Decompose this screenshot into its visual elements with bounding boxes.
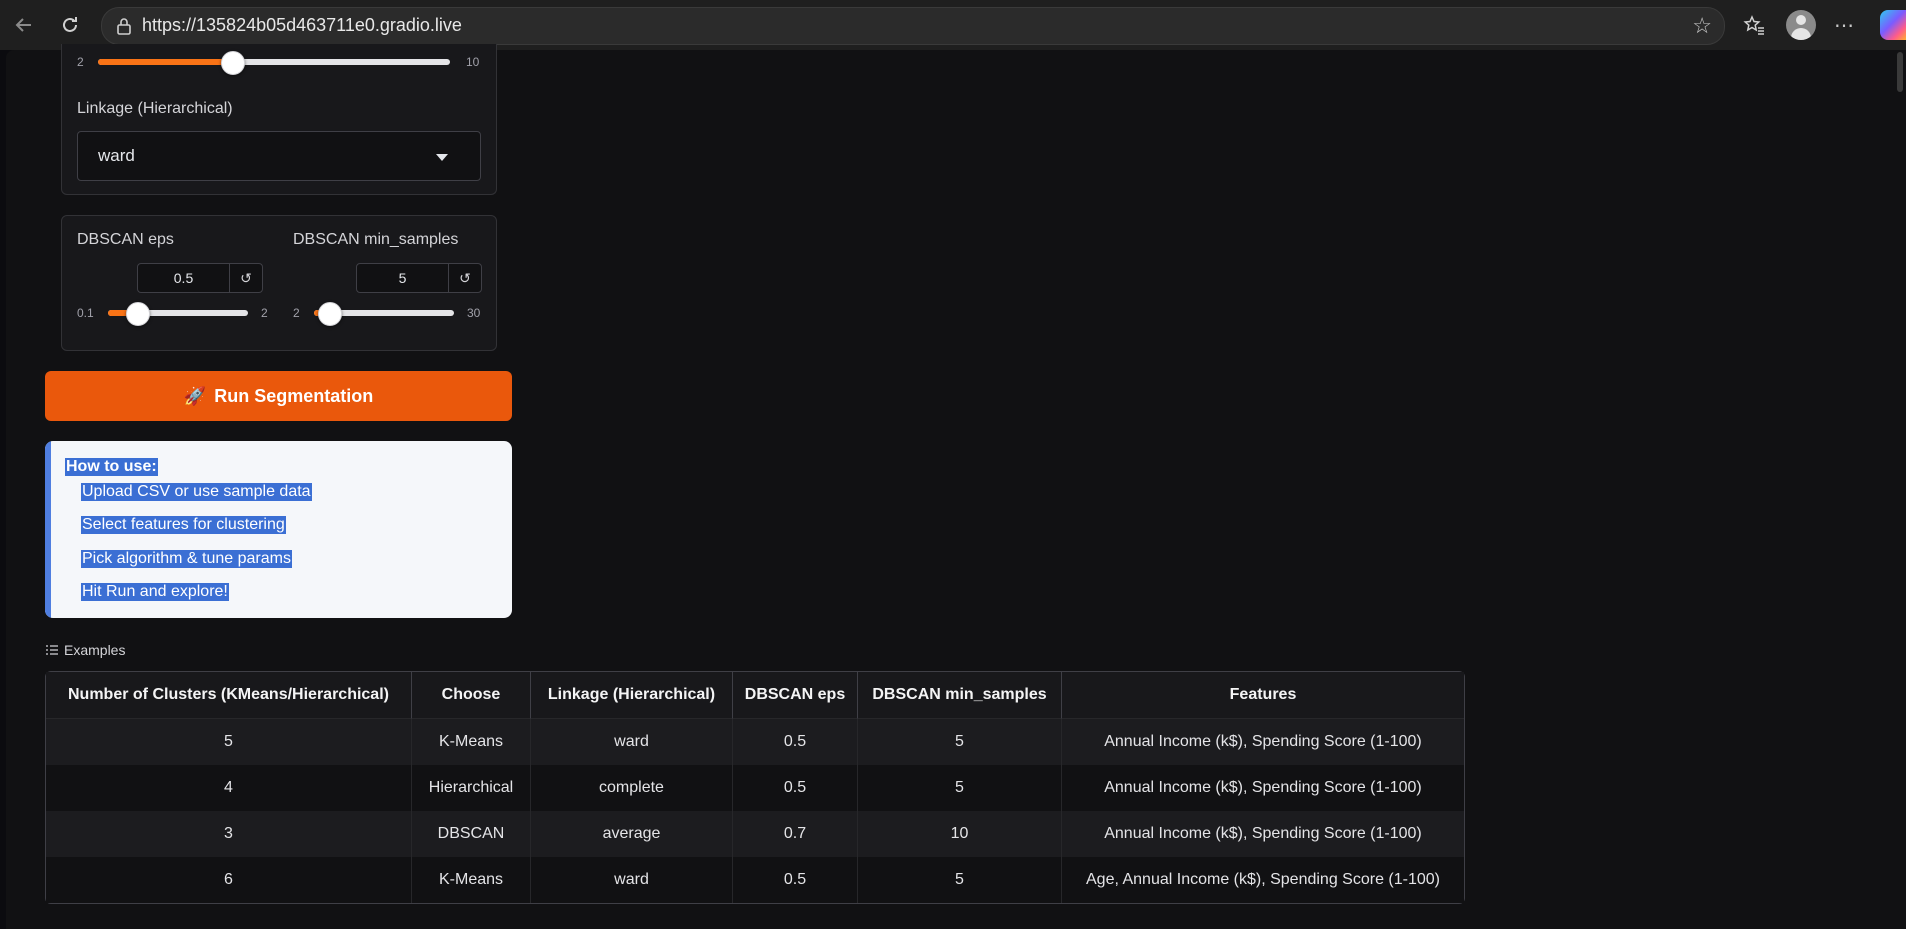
reload-icon[interactable] bbox=[54, 9, 86, 41]
dbscan-min-samples-input[interactable]: 5 ↺ bbox=[356, 263, 482, 293]
table-cell: DBSCAN bbox=[412, 811, 531, 857]
clusters-slider-min: 2 bbox=[77, 55, 84, 69]
browser-toolbar: https://135824b05d463711e0.gradio.live ☆… bbox=[0, 0, 1906, 50]
site-info-icon[interactable] bbox=[114, 16, 134, 36]
more-options-icon[interactable]: ⋯ bbox=[1828, 9, 1860, 41]
table-cell: 3 bbox=[46, 811, 412, 857]
column-header: Choose bbox=[412, 672, 531, 719]
examples-table: Number of Clusters (KMeans/Hierarchical)… bbox=[45, 671, 1465, 904]
clusters-slider-fill bbox=[98, 59, 232, 65]
column-header: DBSCAN min_samples bbox=[858, 672, 1062, 719]
linkage-value: ward bbox=[98, 146, 135, 165]
table-cell: 10 bbox=[858, 811, 1062, 857]
favorites-icon[interactable] bbox=[1738, 9, 1770, 41]
table-cell: Annual Income (k$), Spending Score (1-10… bbox=[1062, 719, 1464, 765]
example-row[interactable]: 4 Hierarchical complete 0.5 5 Annual Inc… bbox=[46, 765, 1464, 811]
table-cell: 5 bbox=[46, 719, 412, 765]
table-cell: 6 bbox=[46, 857, 412, 903]
table-cell: 0.7 bbox=[733, 811, 858, 857]
linkage-dropdown[interactable]: ward bbox=[77, 131, 481, 181]
url-text: https://135824b05d463711e0.gradio.live bbox=[142, 15, 462, 35]
table-cell: Age, Annual Income (k$), Spending Score … bbox=[1062, 857, 1464, 903]
run-segmentation-label: Run Segmentation bbox=[214, 385, 374, 406]
table-cell: ward bbox=[531, 857, 733, 903]
table-cell: K-Means bbox=[412, 719, 531, 765]
profile-avatar-icon[interactable] bbox=[1786, 10, 1816, 40]
table-cell: 5 bbox=[858, 765, 1062, 811]
table-cell: 4 bbox=[46, 765, 412, 811]
clusters-slider-max: 10 bbox=[466, 55, 480, 69]
how-to-use-title: How to use: bbox=[65, 458, 158, 476]
how-to-use-box: How to use: Upload CSV or use sample dat… bbox=[45, 441, 512, 618]
dbscan-min-samples-value: 5 bbox=[357, 264, 449, 292]
table-cell: complete bbox=[531, 765, 733, 811]
info-accent-bar bbox=[45, 441, 51, 618]
table-cell: 0.5 bbox=[733, 719, 858, 765]
dbscan-eps-slider-thumb[interactable] bbox=[126, 302, 150, 326]
run-segmentation-button[interactable]: 🚀 Run Segmentation bbox=[45, 371, 512, 421]
column-header: Number of Clusters (KMeans/Hierarchical) bbox=[46, 672, 412, 719]
dbscan-min-samples-slider-thumb[interactable] bbox=[318, 302, 342, 326]
back-icon[interactable] bbox=[8, 9, 40, 41]
dbscan-eps-input[interactable]: 0.5 ↺ bbox=[137, 263, 263, 293]
column-header: Features bbox=[1062, 672, 1464, 719]
dbscan-eps-slider[interactable] bbox=[108, 302, 248, 326]
dbscan-eps-value: 0.5 bbox=[138, 264, 230, 292]
dbscan-min-samples-slider[interactable] bbox=[314, 302, 454, 326]
example-row[interactable]: 6 K-Means ward 0.5 5 Age, Annual Income … bbox=[46, 857, 1464, 903]
table-cell: 5 bbox=[858, 719, 1062, 765]
dbscan-min-samples-label: DBSCAN min_samples bbox=[293, 231, 459, 248]
dbscan-eps-max: 2 bbox=[261, 306, 268, 320]
table-cell: average bbox=[531, 811, 733, 857]
how-to-step: Upload CSV or use sample data bbox=[81, 483, 312, 501]
table-cell: 0.5 bbox=[733, 765, 858, 811]
how-to-step: Select features for clustering bbox=[81, 516, 286, 534]
favorite-star-icon[interactable]: ☆ bbox=[1692, 13, 1712, 39]
example-row[interactable]: 5 K-Means ward 0.5 5 Annual Income (k$),… bbox=[46, 719, 1464, 765]
examples-label: Examples bbox=[64, 642, 126, 658]
clusters-slider[interactable] bbox=[98, 51, 450, 75]
table-cell: Hierarchical bbox=[412, 765, 531, 811]
chevron-down-icon bbox=[436, 154, 448, 161]
column-header: DBSCAN eps bbox=[733, 672, 858, 719]
address-bar[interactable]: https://135824b05d463711e0.gradio.live ☆ bbox=[101, 7, 1725, 45]
reset-icon[interactable]: ↺ bbox=[449, 264, 481, 292]
table-cell: 0.5 bbox=[733, 857, 858, 903]
table-cell: Annual Income (k$), Spending Score (1-10… bbox=[1062, 811, 1464, 857]
column-header: Linkage (Hierarchical) bbox=[531, 672, 733, 719]
example-row[interactable]: 3 DBSCAN average 0.7 10 Annual Income (k… bbox=[46, 811, 1464, 857]
copilot-icon[interactable] bbox=[1880, 10, 1906, 40]
table-cell: ward bbox=[531, 719, 733, 765]
dbscan-eps-min: 0.1 bbox=[77, 306, 94, 320]
examples-header: Examples bbox=[46, 642, 125, 658]
table-cell: Annual Income (k$), Spending Score (1-10… bbox=[1062, 765, 1464, 811]
clusters-linkage-panel: 2 10 Linkage (Hierarchical) ward bbox=[61, 44, 497, 195]
reset-icon[interactable]: ↺ bbox=[230, 264, 262, 292]
dbscan-min-samples-max: 30 bbox=[467, 306, 481, 320]
dbscan-eps-label: DBSCAN eps bbox=[77, 231, 174, 248]
rocket-icon: 🚀 bbox=[183, 385, 207, 406]
list-icon bbox=[46, 645, 58, 655]
dbscan-min-samples-min: 2 bbox=[293, 306, 300, 320]
table-cell: 5 bbox=[858, 857, 1062, 903]
clusters-slider-thumb[interactable] bbox=[221, 51, 245, 75]
linkage-label: Linkage (Hierarchical) bbox=[77, 100, 233, 117]
how-to-step: Hit Run and explore! bbox=[81, 583, 229, 601]
table-cell: K-Means bbox=[412, 857, 531, 903]
page-scrollbar[interactable] bbox=[1894, 50, 1906, 929]
how-to-step: Pick algorithm & tune params bbox=[81, 550, 292, 568]
dbscan-panel: DBSCAN eps 0.5 ↺ 0.1 2 DBSCAN min_sample… bbox=[61, 215, 497, 351]
